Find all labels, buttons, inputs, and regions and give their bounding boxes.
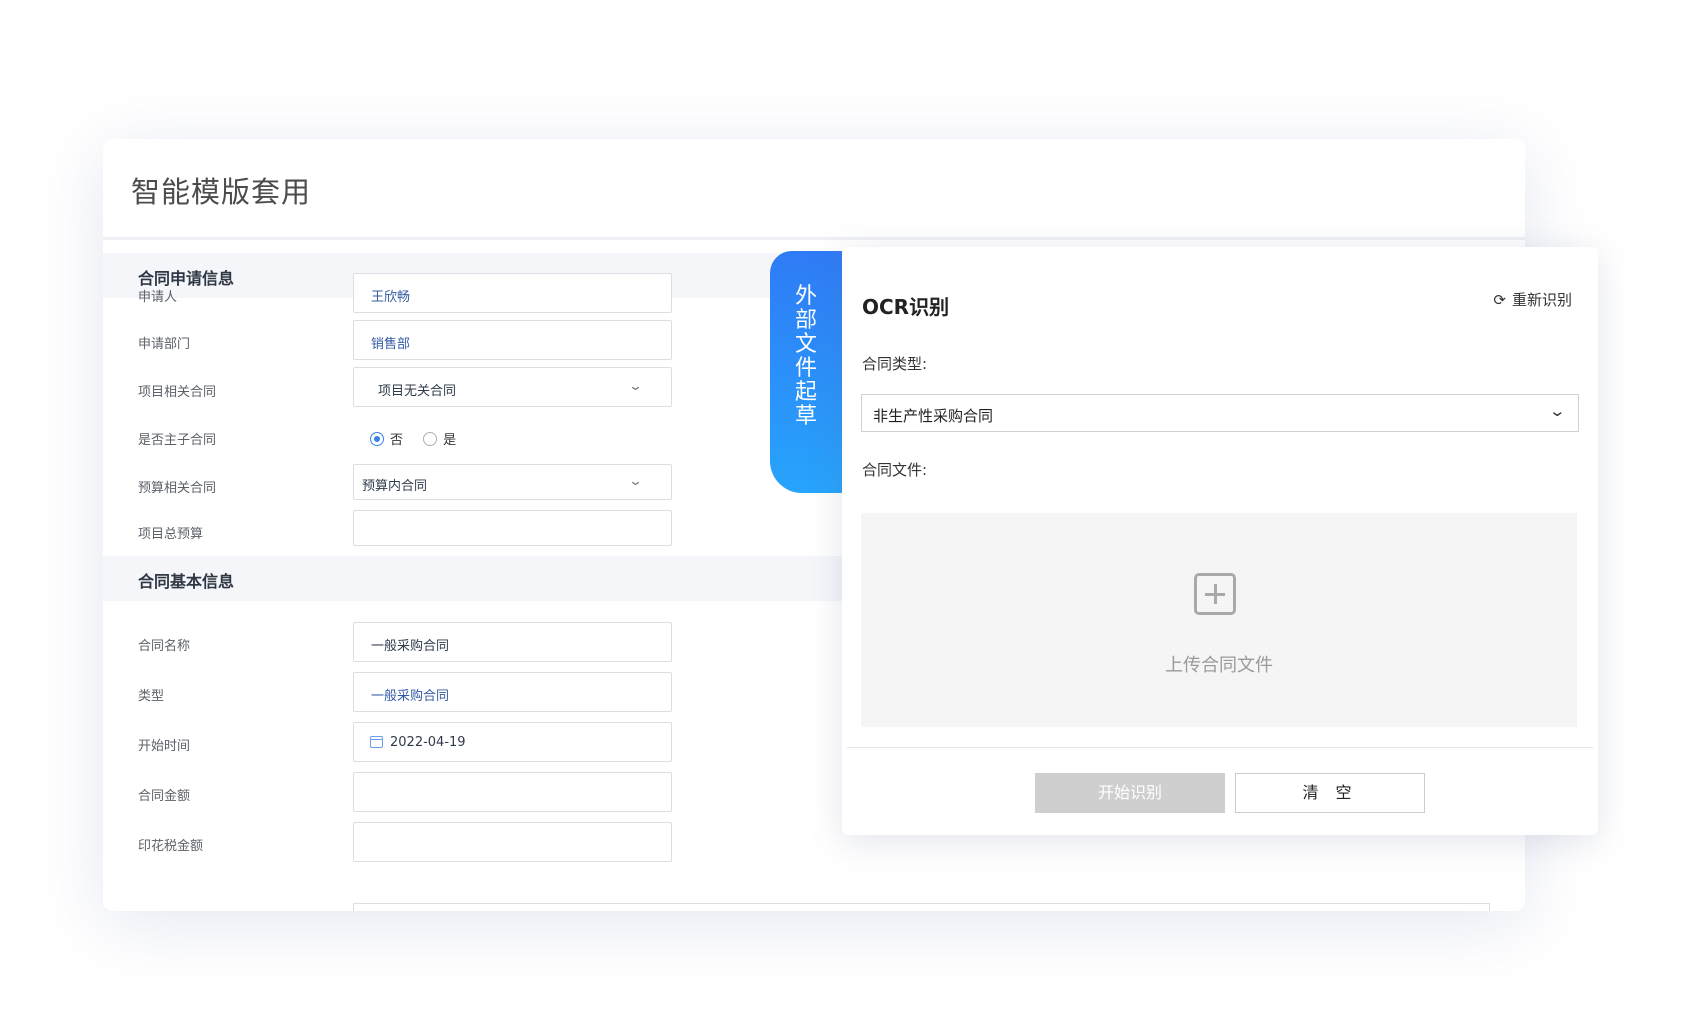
side-tab-char: 文	[794, 332, 817, 357]
applicant-value: 王欣畅	[371, 290, 411, 305]
amount-field[interactable]	[353, 772, 672, 812]
external-file-draft-tab[interactable]: 外 部 文 件 起 草	[770, 251, 842, 493]
applicant-field[interactable]: 王欣畅	[353, 273, 672, 313]
budget-related-label: 预算相关合同	[138, 481, 217, 496]
clear-button[interactable]: 清 空	[1235, 773, 1425, 813]
project-related-value: 项目无关合同	[378, 384, 457, 399]
project-budget-field[interactable]	[353, 510, 672, 546]
start-date-label: 开始时间	[138, 739, 191, 754]
section-basic-info: 合同基本信息	[103, 556, 843, 601]
chevron-down-icon: ⌄	[1548, 402, 1567, 420]
title-divider	[103, 237, 1525, 240]
project-related-select[interactable]: 项目无关合同 ⌄	[353, 367, 672, 407]
side-tab-char: 件	[794, 356, 817, 381]
ocr-title: OCR识别	[862, 295, 950, 319]
upload-label: 上传合同文件	[1165, 655, 1273, 676]
chevron-down-icon: ⌄	[627, 379, 644, 394]
stamp-tax-field[interactable]	[353, 822, 672, 862]
applicant-label: 申请人	[138, 290, 178, 305]
side-tab-char: 草	[794, 404, 817, 429]
project-budget-label: 项目总预算	[138, 527, 204, 542]
refresh-button[interactable]: ⟳ 重新识别	[1493, 289, 1572, 310]
type-value: 一般采购合同	[371, 689, 450, 704]
upload-dropzone[interactable]: 上传合同文件	[861, 513, 1577, 727]
project-related-label: 项目相关合同	[138, 385, 217, 400]
contract-name-value: 一般采购合同	[371, 639, 450, 654]
side-tab-char: 外	[794, 284, 817, 309]
section-basic-info-title: 合同基本信息	[138, 572, 235, 591]
budget-related-value: 预算内合同	[362, 479, 428, 494]
remarks-field[interactable]	[353, 903, 1490, 911]
amount-label: 合同金额	[138, 789, 191, 804]
footer-divider	[847, 747, 1593, 748]
page-title: 智能模版套用	[131, 175, 312, 209]
side-tab-char: 起	[794, 380, 817, 405]
ocr-panel: OCR识别 ⟳ 重新识别 合同类型: 非生产性采购合同 ⌄ 合同文件: 上传合同文…	[842, 247, 1598, 835]
refresh-icon: ⟳	[1493, 291, 1506, 309]
budget-related-select[interactable]: 预算内合同 ⌄	[353, 464, 672, 500]
type-label: 类型	[138, 689, 165, 704]
type-field[interactable]: 一般采购合同	[353, 672, 672, 712]
radio-yes-label: 是	[443, 433, 457, 448]
is-master-radio-group: 否 是	[370, 429, 472, 448]
radio-no[interactable]	[370, 432, 384, 446]
start-recognition-button[interactable]: 开始识别	[1035, 773, 1225, 813]
department-field[interactable]: 销售部	[353, 320, 672, 360]
contract-type-value: 非生产性采购合同	[873, 407, 994, 425]
contract-file-label: 合同文件:	[862, 461, 928, 479]
calendar-icon	[370, 736, 383, 748]
is-master-label: 是否主子合同	[138, 433, 217, 448]
department-value: 销售部	[371, 337, 411, 352]
radio-yes[interactable]	[423, 432, 438, 446]
contract-type-select[interactable]: 非生产性采购合同 ⌄	[861, 394, 1579, 432]
contract-type-label: 合同类型:	[862, 355, 928, 373]
contract-name-field[interactable]: 一般采购合同	[353, 622, 672, 662]
radio-no-label: 否	[390, 433, 404, 448]
plus-square-icon	[1194, 573, 1236, 615]
start-date-value: 2022-04-19	[390, 735, 466, 750]
chevron-down-icon: ⌄	[627, 474, 644, 489]
start-date-field[interactable]: 2022-04-19	[353, 722, 672, 762]
stamp-tax-label: 印花税金额	[138, 839, 204, 854]
refresh-label: 重新识别	[1511, 291, 1572, 309]
side-tab-char: 部	[794, 308, 817, 333]
contract-name-label: 合同名称	[138, 639, 191, 654]
department-label: 申请部门	[138, 337, 191, 352]
